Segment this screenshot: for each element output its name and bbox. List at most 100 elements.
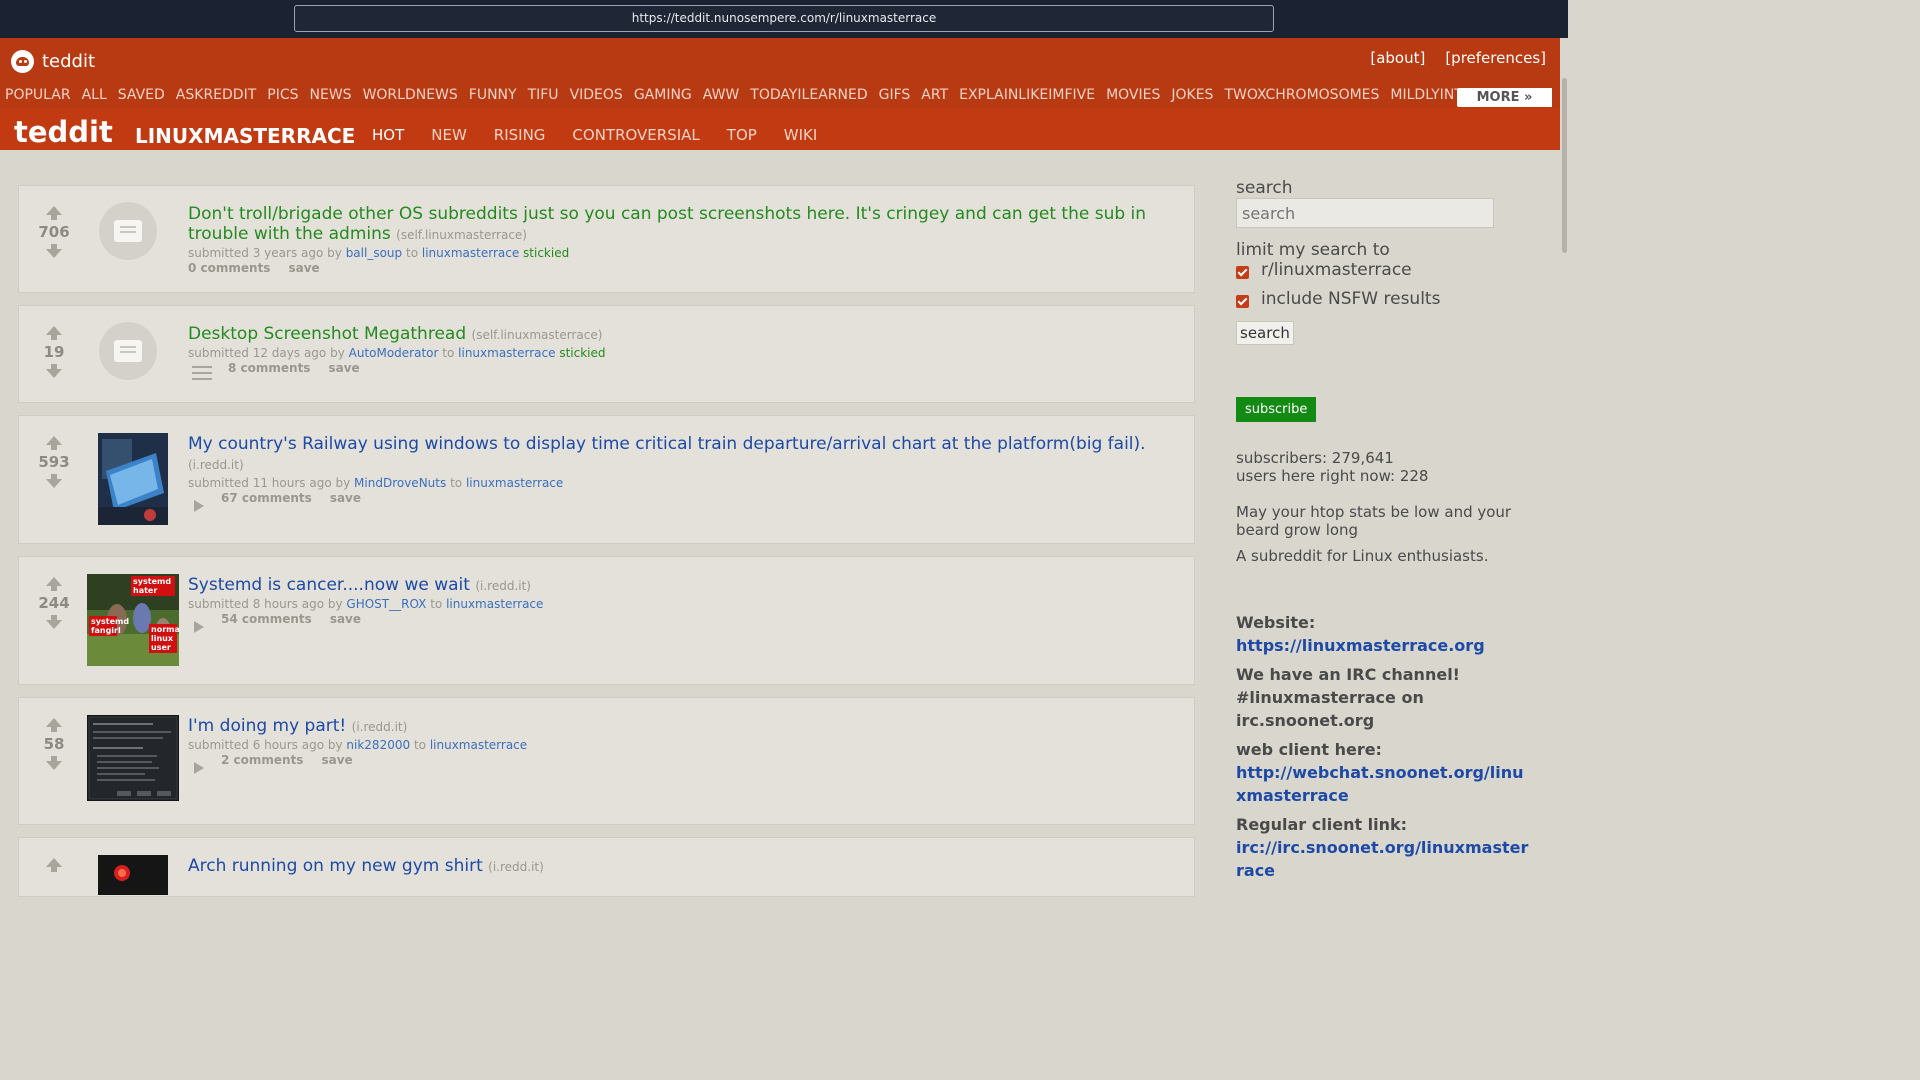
downvote-icon[interactable]	[46, 479, 62, 488]
preferences-link[interactable]: [preferences]	[1445, 49, 1546, 67]
subreddit-link[interactable]: linuxmasterrace	[422, 246, 519, 260]
comments-link[interactable]: 54 comments	[221, 612, 312, 626]
post-title[interactable]: My country's Railway using windows to di…	[188, 434, 1146, 454]
more-subreddits-button[interactable]: MORE »	[1457, 88, 1552, 107]
tab-new[interactable]: NEW	[431, 126, 467, 144]
author-link[interactable]: GHOST__ROX	[346, 597, 426, 611]
tab-top[interactable]: TOP	[727, 126, 757, 144]
scrollbar-thumb[interactable]	[1562, 78, 1567, 253]
post-thumbnail[interactable]	[98, 855, 168, 895]
save-link[interactable]: save	[321, 753, 352, 767]
expand-media-icon[interactable]	[194, 762, 204, 774]
downvote-icon[interactable]	[46, 249, 62, 258]
nav-movies[interactable]: MOVIES	[1106, 87, 1160, 103]
post-thumbnail[interactable]: systemd hater systemd fangirl normal lin…	[87, 574, 179, 666]
upvote-icon[interactable]	[46, 718, 62, 727]
self-post-icon[interactable]	[99, 202, 157, 260]
webclient-link[interactable]: http://webchat.snoonet.org/linuxmasterra…	[1236, 761, 1532, 807]
author-link[interactable]: AutoModerator	[349, 346, 439, 360]
post-thumbnail[interactable]	[87, 715, 179, 801]
upvote-icon[interactable]	[46, 326, 62, 335]
upvote-icon[interactable]	[46, 436, 62, 445]
save-link[interactable]: save	[330, 491, 361, 505]
post-domain[interactable]: (self.linuxmasterrace)	[396, 228, 527, 242]
submitted-text: submitted 6 hours ago by	[188, 738, 343, 752]
search-input[interactable]	[1236, 198, 1494, 228]
comments-link[interactable]: 8 comments	[228, 361, 310, 375]
tab-hot[interactable]: HOT	[372, 126, 404, 144]
post-domain[interactable]: (i.redd.it)	[488, 860, 544, 874]
nav-twoxchromosomes[interactable]: TWOXCHROMOSOMES	[1224, 87, 1379, 103]
upvote-icon[interactable]	[46, 206, 62, 215]
nav-gaming[interactable]: GAMING	[634, 87, 692, 103]
nav-tifu[interactable]: TIFU	[528, 87, 559, 103]
downvote-icon[interactable]	[46, 369, 62, 378]
post-title[interactable]: Arch running on my new gym shirt	[188, 856, 483, 876]
save-link[interactable]: save	[288, 261, 319, 275]
post-title[interactable]: Systemd is cancer....now we wait	[188, 575, 470, 595]
url-bar[interactable]: https://teddit.nunosempere.com/r/linuxma…	[294, 5, 1274, 32]
nav-funny[interactable]: FUNNY	[469, 87, 517, 103]
site-brand[interactable]: teddit	[42, 51, 95, 72]
website-link[interactable]: https://linuxmasterrace.org	[1236, 634, 1536, 657]
nav-pics[interactable]: PICS	[267, 87, 298, 103]
author-link[interactable]: ball_soup	[346, 246, 402, 260]
nav-news[interactable]: NEWS	[310, 87, 352, 103]
nav-aww[interactable]: AWW	[703, 87, 740, 103]
post-domain[interactable]: (i.redd.it)	[475, 579, 531, 593]
save-link[interactable]: save	[330, 612, 361, 626]
teddit-home-link[interactable]: teddit	[14, 115, 113, 149]
tab-rising[interactable]: RISING	[494, 126, 546, 144]
nav-saved[interactable]: SAVED	[118, 87, 165, 103]
submitted-text: submitted 3 years ago by	[188, 246, 342, 260]
nav-todayilearned[interactable]: TODAYILEARNED	[750, 87, 867, 103]
tab-controversial[interactable]: CONTROVERSIAL	[572, 126, 699, 144]
search-button[interactable]: search	[1236, 321, 1294, 345]
about-link[interactable]: [about]	[1370, 49, 1425, 67]
post-domain[interactable]: (i.redd.it)	[188, 458, 244, 472]
post-domain[interactable]: (self.linuxmasterrace)	[472, 328, 603, 342]
downvote-icon[interactable]	[46, 620, 62, 629]
subreddit-link[interactable]: linuxmasterrace	[458, 346, 555, 360]
nav-askreddit[interactable]: ASKREDDIT	[176, 87, 256, 103]
self-post-icon[interactable]	[99, 322, 157, 380]
nav-videos[interactable]: VIDEOS	[570, 87, 623, 103]
regular-client-link[interactable]: irc://irc.snoonet.org/linuxmasterrace	[1236, 836, 1532, 882]
post-title[interactable]: Desktop Screenshot Megathread	[188, 324, 466, 344]
post-domain[interactable]: (i.redd.it)	[352, 720, 408, 734]
upvote-icon[interactable]	[46, 577, 62, 586]
downvote-icon[interactable]	[46, 761, 62, 770]
tab-wiki[interactable]: WIKI	[784, 126, 818, 144]
nav-gifs[interactable]: GIFS	[879, 87, 911, 103]
expand-media-icon[interactable]	[194, 500, 204, 512]
subreddit-link[interactable]: linuxmasterrace	[446, 597, 543, 611]
nav-jokes[interactable]: JOKES	[1171, 87, 1213, 103]
subreddit-name[interactable]: LINUXMASTERRACE	[135, 124, 355, 148]
author-link[interactable]: nik282000	[346, 738, 410, 752]
post-item: 706 Don't troll/brigade other OS subredd…	[18, 185, 1195, 293]
nav-popular[interactable]: POPULAR	[5, 87, 71, 103]
to-text: to	[442, 346, 455, 360]
nav-all[interactable]: ALL	[82, 87, 107, 103]
teddit-logo-icon[interactable]	[11, 50, 34, 73]
post-title[interactable]: Don't troll/brigade other OS subreddits …	[188, 204, 1146, 244]
expand-text-icon[interactable]	[192, 366, 212, 384]
comments-link[interactable]: 0 comments	[188, 261, 270, 275]
subreddit-link[interactable]: linuxmasterrace	[466, 476, 563, 490]
subreddit-link[interactable]: linuxmasterrace	[430, 738, 527, 752]
post-thumbnail[interactable]	[98, 433, 168, 525]
nav-art[interactable]: ART	[921, 87, 948, 103]
comments-link[interactable]: 2 comments	[221, 753, 303, 767]
post-title[interactable]: I'm doing my part!	[188, 716, 346, 736]
scrollbar[interactable]	[1560, 38, 1568, 882]
author-link[interactable]: MindDroveNuts	[354, 476, 446, 490]
limit-subreddit-checkbox[interactable]	[1236, 265, 1249, 279]
subscribe-button[interactable]: subscribe	[1236, 397, 1317, 422]
nav-explainlikeimfive[interactable]: EXPLAINLIKEIMFIVE	[959, 87, 1095, 103]
expand-media-icon[interactable]	[194, 621, 204, 633]
nav-worldnews[interactable]: WORLDNEWS	[363, 87, 458, 103]
comments-link[interactable]: 67 comments	[221, 491, 312, 505]
upvote-icon[interactable]	[46, 858, 62, 867]
nsfw-checkbox[interactable]	[1236, 294, 1249, 308]
save-link[interactable]: save	[328, 361, 359, 375]
